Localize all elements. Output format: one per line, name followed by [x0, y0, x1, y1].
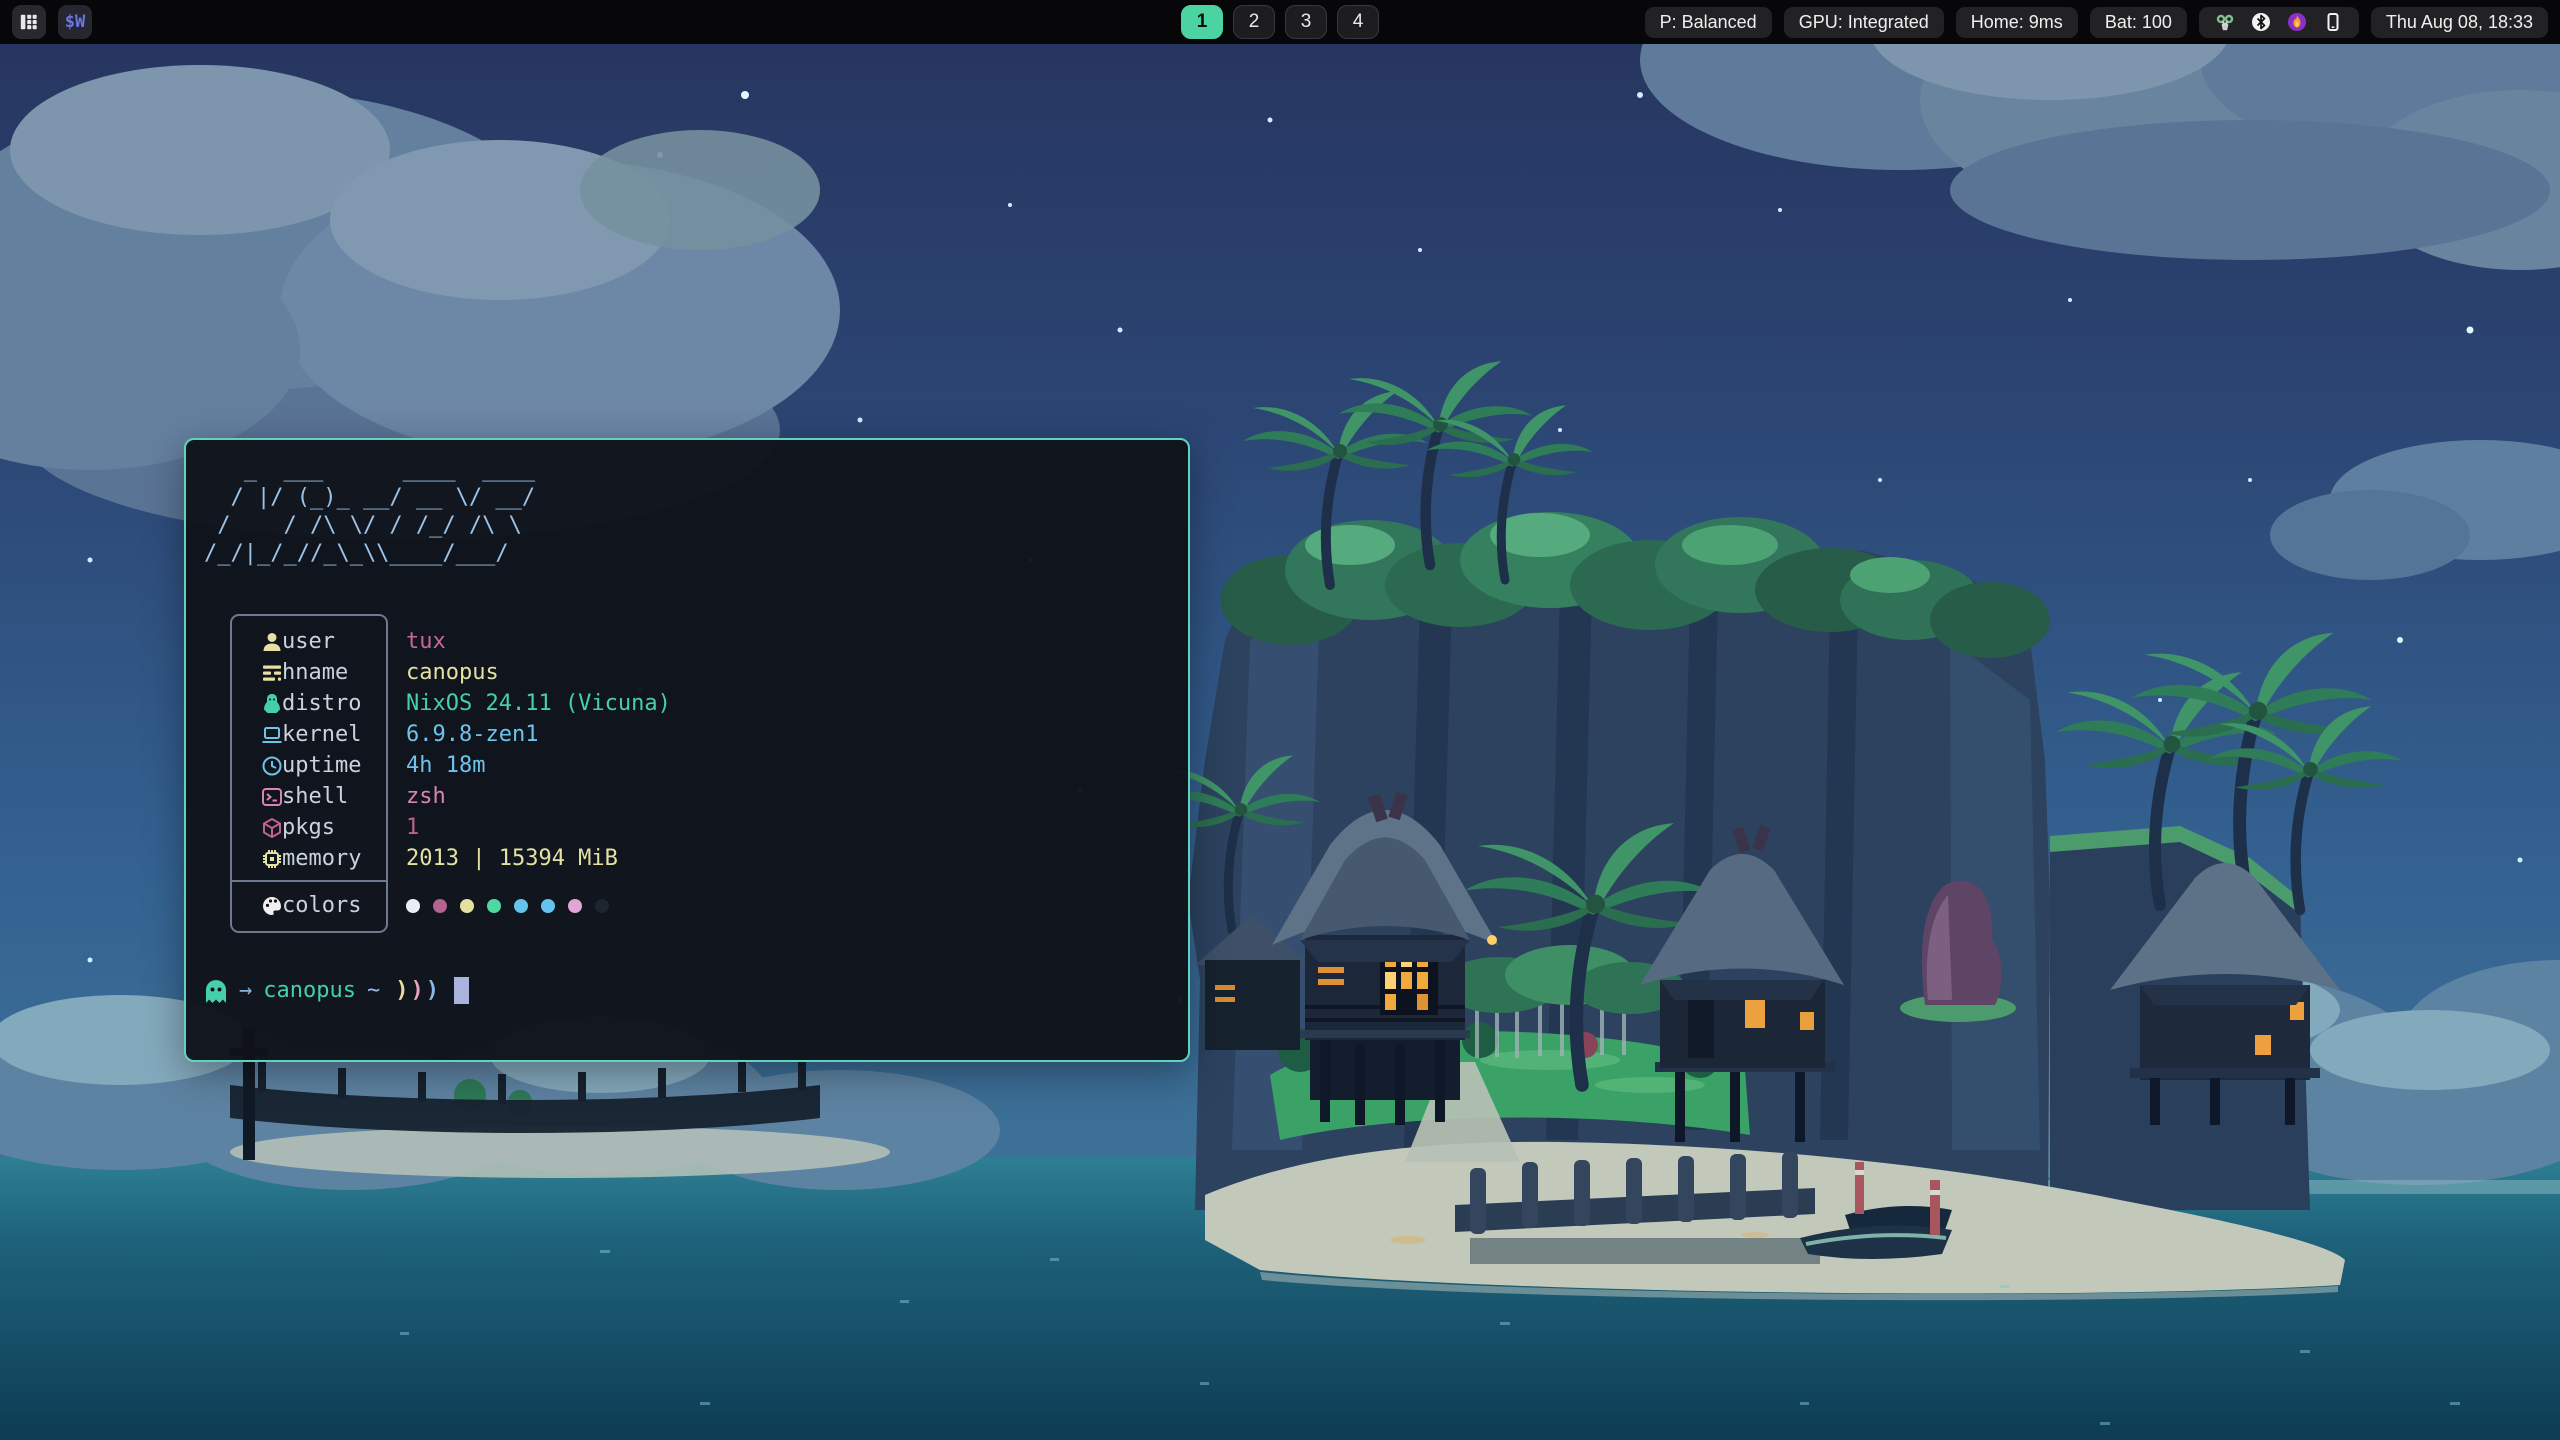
prompt-host: canopus	[263, 978, 356, 1003]
fetch-values: tux canopus NixOS 24.11 (Vicuna) 6.9.8-z…	[406, 614, 671, 933]
workspace-1[interactable]: 1	[1181, 5, 1223, 39]
bar-right: P: Balanced GPU: Integrated Home: 9ms Ba…	[1645, 7, 2548, 38]
info-label: pkgs	[282, 815, 335, 840]
penguin-icon	[246, 692, 270, 716]
info-row-hname: hname	[232, 657, 386, 688]
power-profile-pill[interactable]: P: Balanced	[1645, 7, 1772, 38]
info-row-pkgs: pkgs	[232, 812, 386, 843]
palette-dot	[541, 899, 555, 913]
info-label: shell	[282, 784, 348, 809]
value-user: tux	[406, 626, 671, 657]
workspace-label: 4	[1353, 11, 1364, 33]
workspace-3[interactable]: 3	[1285, 5, 1327, 39]
flame-icon[interactable]	[2286, 11, 2308, 33]
value-pkgs: 1	[406, 812, 671, 843]
workspace-2[interactable]: 2	[1233, 5, 1275, 39]
workspace-label: 2	[1249, 11, 1260, 33]
palette-dot	[595, 899, 609, 913]
prompt-chevrons: ) ) )	[395, 978, 439, 1003]
info-label: colors	[282, 893, 361, 918]
scissors-icon[interactable]	[2214, 11, 2236, 33]
package-icon	[246, 816, 270, 840]
palette-dot	[406, 899, 420, 913]
prompt-path: ~	[367, 978, 380, 1003]
palette-dot	[487, 899, 501, 913]
clock-label: Thu Aug 08, 18:33	[2386, 12, 2533, 33]
system-tray	[2199, 7, 2359, 38]
value-memory: 2013 | 15394 MiB	[406, 843, 671, 874]
workspace-switcher: 1 2 3 4	[1181, 0, 1379, 44]
info-row-kernel: kernel	[232, 719, 386, 750]
clock-pill[interactable]: Thu Aug 08, 18:33	[2371, 7, 2548, 38]
workspace-label: 3	[1301, 11, 1312, 33]
info-label: uptime	[282, 753, 361, 778]
apps-grid-icon	[19, 12, 39, 32]
nixos-ascii-logo: _ ___ ____ ____ / |/ (_)_ __/ __ \/ __/ …	[204, 456, 1170, 568]
ghost-icon	[204, 978, 228, 1004]
value-kernel: 6.9.8-zen1	[406, 719, 671, 750]
info-row-uptime: uptime	[232, 750, 386, 781]
info-label: distro	[282, 691, 361, 716]
list-icon	[246, 661, 270, 685]
phone-icon[interactable]	[2322, 11, 2344, 33]
color-palette	[406, 890, 671, 921]
clock-icon	[246, 754, 270, 778]
workspace-label: 1	[1197, 11, 1208, 33]
prompt-chevron: )	[426, 978, 439, 1003]
palette-dot	[568, 899, 582, 913]
bluetooth-icon[interactable]	[2250, 11, 2272, 33]
info-label: kernel	[282, 722, 361, 747]
info-row-distro: distro	[232, 688, 386, 719]
shell-prompt[interactable]: → canopus ~ ) ) )	[204, 977, 1170, 1004]
info-label: memory	[282, 846, 361, 871]
top-bar: $W 1 2 3 4 P: Balanced GPU: Integrated H…	[0, 0, 2560, 44]
workspace-4[interactable]: 4	[1337, 5, 1379, 39]
info-label: hname	[282, 660, 348, 685]
home-ping-pill[interactable]: Home: 9ms	[1956, 7, 2078, 38]
value-hname: canopus	[406, 657, 671, 688]
info-row-user: user	[232, 626, 386, 657]
terminal-cursor[interactable]	[454, 977, 469, 1004]
fetch-info: user hname distro kernel uptime	[230, 614, 1170, 933]
info-row-colors: colors	[232, 890, 386, 921]
info-label: user	[282, 629, 335, 654]
battery-label: Bat: 100	[2105, 12, 2172, 33]
gpu-label: GPU: Integrated	[1799, 12, 1929, 33]
value-shell: zsh	[406, 781, 671, 812]
window-badge-label: $W	[65, 12, 85, 32]
laptop-icon	[246, 723, 270, 747]
terminal-icon	[246, 785, 270, 809]
fetch-labels-box: user hname distro kernel uptime	[230, 614, 388, 933]
home-ping-label: Home: 9ms	[1971, 12, 2063, 33]
value-uptime: 4h 18m	[406, 750, 671, 781]
palette-dot	[460, 899, 474, 913]
app-launcher-button[interactable]	[12, 5, 46, 39]
palette-dot	[514, 899, 528, 913]
bar-left: $W	[12, 5, 92, 39]
chip-icon	[246, 847, 270, 871]
info-divider	[232, 880, 386, 882]
focused-window-badge[interactable]: $W	[58, 5, 92, 39]
prompt-chevron: )	[410, 978, 423, 1003]
battery-pill[interactable]: Bat: 100	[2090, 7, 2187, 38]
prompt-chevron: )	[395, 978, 408, 1003]
prompt-arrow: →	[239, 978, 252, 1003]
palette-dot	[433, 899, 447, 913]
power-profile-label: P: Balanced	[1660, 12, 1757, 33]
value-distro: NixOS 24.11 (Vicuna)	[406, 688, 671, 719]
user-icon	[246, 630, 270, 654]
info-row-memory: memory	[232, 843, 386, 874]
info-row-shell: shell	[232, 781, 386, 812]
palette-icon	[246, 894, 270, 918]
gpu-pill[interactable]: GPU: Integrated	[1784, 7, 1944, 38]
terminal-window[interactable]: _ ___ ____ ____ / |/ (_)_ __/ __ \/ __/ …	[184, 438, 1190, 1062]
